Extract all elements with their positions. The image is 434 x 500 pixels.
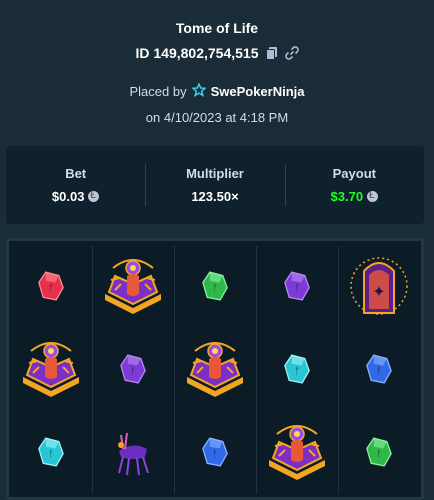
book-wild-icon xyxy=(174,327,256,410)
bet-id: ID 149,802,754,515 xyxy=(135,45,259,61)
svg-text:ᚠ: ᚠ xyxy=(212,449,218,460)
bet-id-row: ID 149,802,754,515 xyxy=(0,45,434,61)
gem-blue-icon: ᚠ xyxy=(10,410,92,493)
litecoin-icon xyxy=(367,190,379,202)
reel-4: ᚠ ᚠ xyxy=(256,244,338,494)
multiplier-stat: Multiplier 123.50× xyxy=(145,146,284,224)
blue-gem-icon: ᚠ xyxy=(174,410,256,493)
svg-text:ᚠ: ᚠ xyxy=(294,366,300,377)
svg-text:ᚠ: ᚠ xyxy=(376,449,382,460)
bet-value: $0.03 xyxy=(51,189,85,204)
book-wild-icon xyxy=(256,410,338,493)
svg-text:ᚠ: ᚠ xyxy=(130,366,136,377)
green-gem-icon: ᚠ xyxy=(174,244,256,327)
alien-creature-icon xyxy=(92,410,174,493)
bet-amount: $0.03 xyxy=(52,189,100,204)
svg-text:ᚠ: ᚠ xyxy=(294,283,300,294)
purple-gem-icon: ᚠ xyxy=(92,327,174,410)
svg-text:ᚠ: ᚠ xyxy=(48,449,54,460)
link-icon[interactable] xyxy=(284,46,299,60)
multiplier-label: Multiplier xyxy=(186,166,244,181)
green-gem-icon: ᚠ xyxy=(338,410,420,493)
multiplier-value: 123.50× xyxy=(191,189,239,204)
slot-board: ᚠ ᚠ ᚠ ᚠ ᚠ ᚠ ᚠ ✦ ᚠ ᚠ xyxy=(6,238,424,500)
multiplier-amount: 123.50× xyxy=(191,189,238,204)
bet-stats-panel: Bet $0.03 Multiplier 123.50× Payout $3.7… xyxy=(6,146,424,224)
placed-by-row: Placed by SwePokerNinja xyxy=(0,82,434,100)
username[interactable]: SwePokerNinja xyxy=(211,84,305,99)
blue-gem-icon: ᚠ xyxy=(338,327,420,410)
litecoin-icon xyxy=(88,190,100,202)
book-wild-icon xyxy=(92,244,174,327)
svg-text:ᚠ: ᚠ xyxy=(48,283,54,294)
cyan-gem-icon: ᚠ xyxy=(256,327,338,410)
game-title[interactable]: Tome of Life xyxy=(0,20,434,36)
book-wild-icon xyxy=(10,327,92,410)
bet-date: on 4/10/2023 at 4:18 PM xyxy=(145,110,289,125)
bet-label: Bet xyxy=(65,166,87,181)
red-gem-icon: ᚠ xyxy=(10,244,92,327)
star-badge-icon xyxy=(190,82,207,100)
reel-5: ✦ ᚠ ᚠ xyxy=(338,244,420,494)
payout-label: Payout xyxy=(332,166,376,181)
placed-by-label: Placed by xyxy=(129,84,187,99)
copy-icon[interactable] xyxy=(265,46,279,60)
svg-text:ᚠ: ᚠ xyxy=(376,366,382,377)
scatter-portal-icon: ✦ xyxy=(338,244,420,327)
reel-2: ᚠ xyxy=(92,244,174,494)
svg-text:✦: ✦ xyxy=(372,282,385,301)
reel-3: ᚠ ᚠ xyxy=(174,244,256,494)
payout-value: $3.70 xyxy=(330,189,364,204)
payout-stat: Payout $3.70 xyxy=(284,146,424,224)
purple-gem-icon: ᚠ xyxy=(256,244,338,327)
bet-stat: Bet $0.03 xyxy=(6,146,145,224)
reel-1: ᚠ ᚠ xyxy=(10,244,92,494)
svg-text:ᚠ: ᚠ xyxy=(212,283,218,294)
payout-amount: $3.70 xyxy=(331,189,379,204)
